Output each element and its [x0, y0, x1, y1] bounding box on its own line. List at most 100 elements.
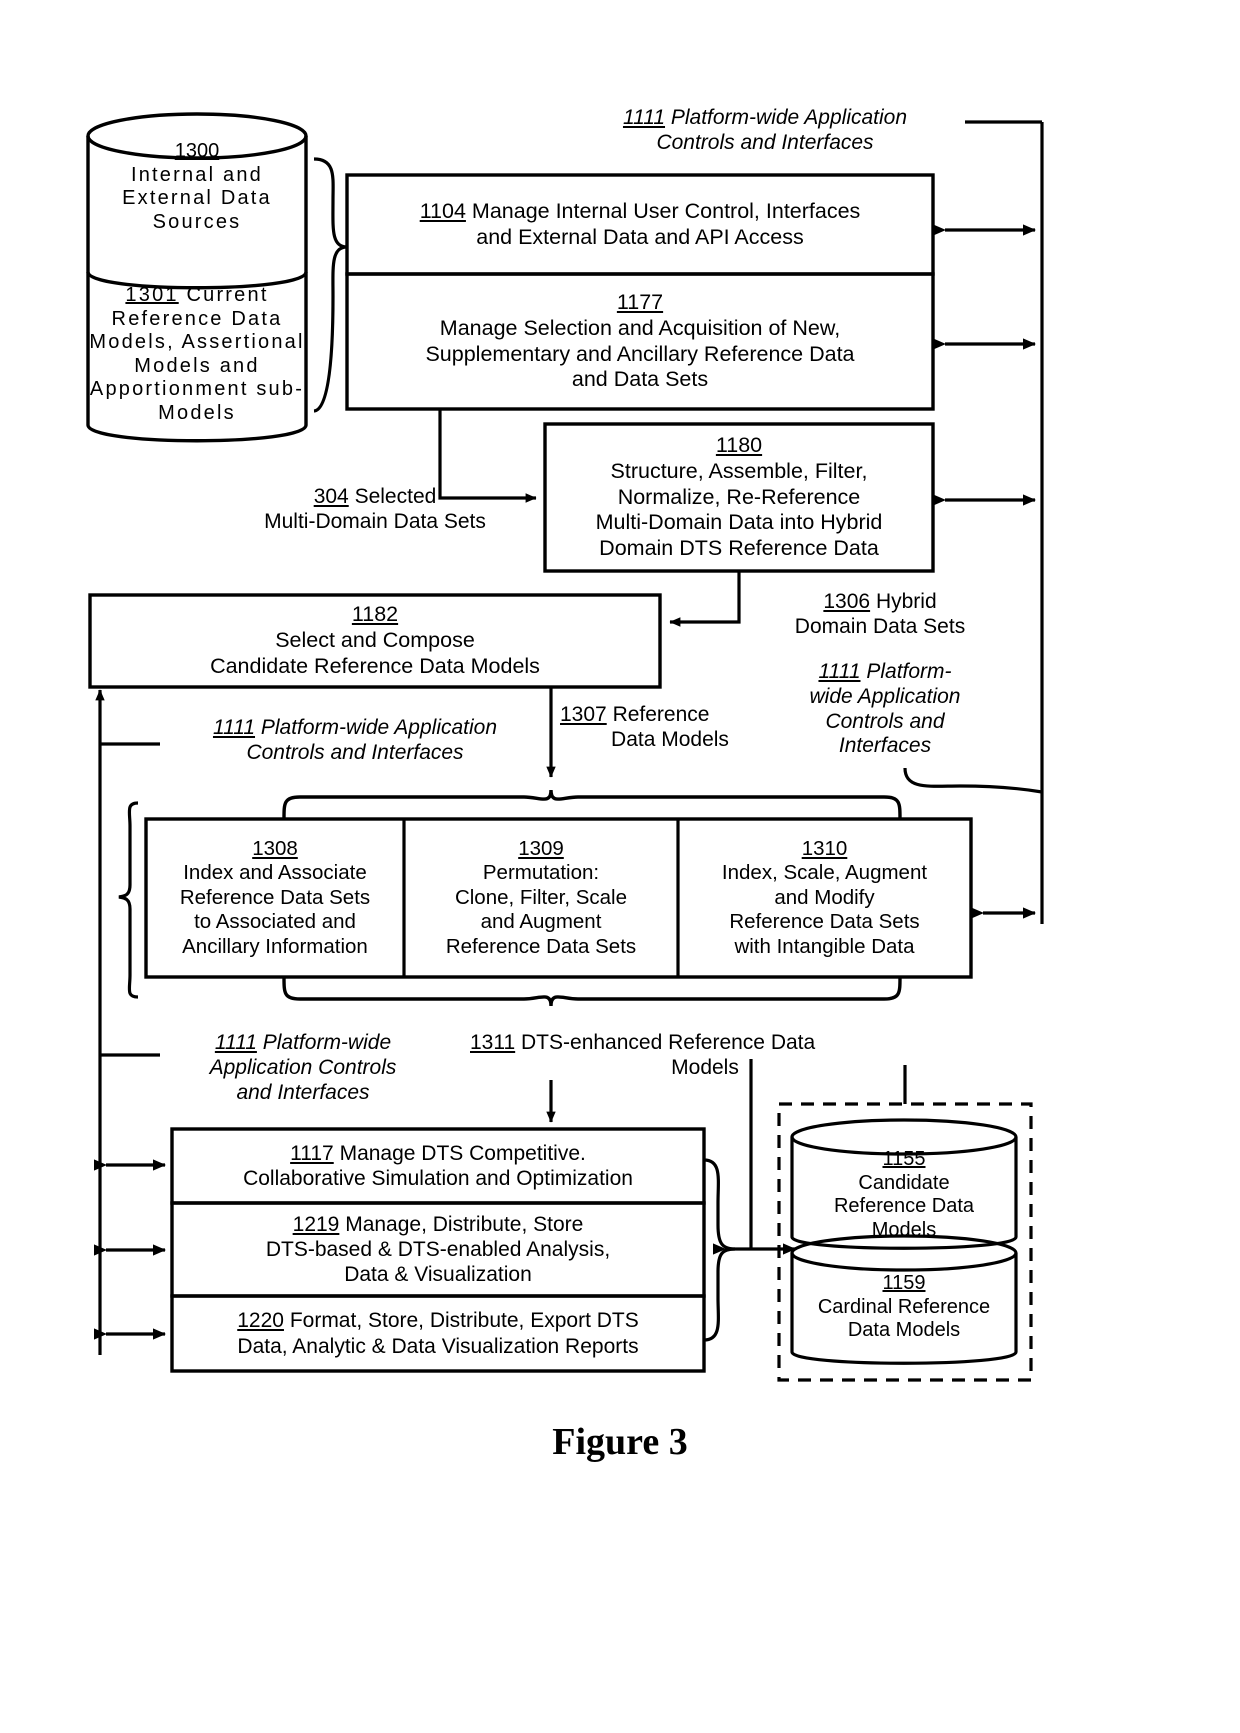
ref-1111-low: 1111	[214, 1031, 257, 1054]
flow-label-1111-mid: 1111 Platform-wide Application Controls …	[160, 716, 550, 766]
block-1117[interactable]: 1117 Manage DTS Competitive. Collaborati…	[172, 1129, 704, 1203]
block-1177-line1: Manage Selection and Acquisition of New,	[439, 315, 841, 340]
flow-label-1111-mid-line2: Controls and Interfaces	[246, 740, 464, 764]
block-1308-line4: Ancillary Information	[182, 934, 368, 958]
datastore-1155-line1: Candidate	[858, 1171, 950, 1194]
flow-label-304-line1: Selected	[354, 485, 437, 508]
datastore-1159-line2: Data Models	[847, 1319, 961, 1342]
block-1180-line3: Multi-Domain Data into Hybrid	[595, 510, 883, 535]
block-1219-line1: Manage, Distribute, Store	[345, 1212, 584, 1236]
ref-1310: 1310	[801, 836, 848, 860]
block-1220-line1: Format, Store, Distribute, Export DTS	[289, 1309, 639, 1333]
block-1308-line3: to Associated and	[194, 910, 356, 934]
block-1309[interactable]: 1309 Permutation: Clone, Filter, Scale a…	[404, 819, 678, 977]
block-1310[interactable]: 1310 Index, Scale, Augment and Modify Re…	[678, 819, 971, 977]
flow-label-1111-right-line1: Platform-	[866, 660, 952, 683]
block-1219[interactable]: 1219 Manage, Distribute, Store DTS-based…	[172, 1203, 704, 1296]
ref-1219: 1219	[292, 1212, 340, 1236]
flow-label-1311-line1: DTS-enhanced Reference Data	[521, 1031, 816, 1054]
block-1182-line1: Select and Compose	[275, 628, 475, 653]
flow-label-1111-top: 1111 Platform-wide Application Controls …	[560, 106, 970, 156]
flow-label-1111-right-line3: Controls and	[825, 709, 945, 733]
ref-1306: 1306	[823, 590, 871, 613]
ref-1104: 1104	[419, 198, 466, 223]
block-1220-line2: Data, Analytic & Data Visualization Repo…	[237, 1334, 639, 1358]
block-1182[interactable]: 1182 Select and Compose Candidate Refere…	[90, 595, 660, 687]
ref-1309: 1309	[518, 836, 564, 860]
ref-1311: 1311	[470, 1031, 516, 1054]
block-1310-line3: Reference Data Sets	[729, 910, 920, 934]
figure-caption: Figure 3	[552, 1421, 688, 1463]
flow-label-1311: 1311 DTS-enhanced Reference Data Models	[470, 1031, 940, 1081]
block-1180-line1: Structure, Assemble, Filter,	[610, 458, 868, 483]
block-1308-line1: Index and Associate	[183, 861, 367, 885]
figure-canvas: 1300 Internal and External Data Sources …	[0, 0, 1240, 1733]
block-1309-line2: Clone, Filter, Scale	[454, 885, 628, 909]
ref-1220: 1220	[237, 1309, 284, 1333]
datastore-1301: 1301 Current Reference Data Models, Asse…	[84, 284, 310, 426]
block-1309-line3: and Augment	[480, 910, 602, 934]
block-1177[interactable]: 1177 Manage Selection and Acquisition of…	[347, 274, 933, 409]
block-1104-line1: Manage Internal User Control, Interfaces	[471, 198, 861, 223]
block-1177-line3: and Data Sets	[571, 367, 709, 392]
ref-1111-right: 1111	[818, 660, 861, 683]
datastore-1301-text: Current Reference Data Models, Assertion…	[89, 284, 305, 424]
ref-1155: 1155	[882, 1148, 926, 1170]
block-1180-line2: Normalize, Re-Reference	[617, 484, 861, 509]
ref-1301: 1301	[125, 284, 179, 306]
block-1117-line1: Manage DTS Competitive.	[339, 1141, 586, 1165]
datastore-1300-text: Internal and External Data Sources	[122, 163, 272, 233]
block-1308[interactable]: 1308 Index and Associate Reference Data …	[146, 819, 404, 977]
ref-1308: 1308	[252, 836, 298, 860]
block-1220[interactable]: 1220 Format, Store, Distribute, Export D…	[172, 1296, 704, 1371]
ref-1159: 1159	[882, 1272, 926, 1294]
flow-label-1111-right: 1111 Platform- wide Application Controls…	[770, 660, 1000, 759]
flow-label-1111-low-line2: Application Controls	[209, 1055, 397, 1079]
datastore-1155-line3: Models	[871, 1218, 937, 1241]
datastore-1159: 1159 Cardinal Reference Data Models	[791, 1272, 1017, 1343]
ref-1177: 1177	[616, 289, 664, 314]
block-1309-line1: Permutation:	[482, 861, 600, 885]
flow-label-1311-line2: Models	[671, 1055, 739, 1079]
flow-label-1306: 1306 Hybrid Domain Data Sets	[760, 590, 1000, 640]
block-1310-line1: Index, Scale, Augment	[721, 861, 928, 885]
block-1310-line2: and Modify	[774, 885, 875, 909]
flow-label-1111-right-line2: wide Application	[809, 684, 961, 708]
ref-1300: 1300	[174, 140, 220, 162]
ref-1180: 1180	[715, 433, 763, 457]
block-1308-line2: Reference Data Sets	[179, 885, 371, 909]
block-1219-line2: DTS-based & DTS-enabled Analysis,	[265, 1237, 611, 1261]
datastore-1155: 1155 Candidate Reference Data Models	[797, 1148, 1011, 1242]
flow-label-1307-line2: Data Models	[611, 727, 729, 751]
flow-label-1306-line2: Domain Data Sets	[794, 614, 966, 638]
block-1104-line2: and External Data and API Access	[476, 224, 804, 249]
flow-label-1111-mid-line1: Platform-wide Application	[260, 716, 498, 739]
datastore-1155-line2: Reference Data	[833, 1195, 975, 1218]
flow-label-1306-line1: Hybrid	[875, 590, 937, 613]
block-1117-line2: Collaborative Simulation and Optimizatio…	[243, 1167, 633, 1190]
block-1180[interactable]: 1180 Structure, Assemble, Filter, Normal…	[545, 424, 933, 571]
block-1309-line4: Reference Data Sets	[445, 934, 637, 958]
flow-label-1111-right-line4: Interfaces	[838, 734, 932, 758]
block-1177-line2: Supplementary and Ancillary Reference Da…	[425, 341, 855, 366]
ref-304: 304	[313, 485, 349, 508]
ref-1111-top: 1111	[622, 106, 666, 129]
flow-label-1307-line1: Reference	[612, 703, 710, 726]
flow-label-304: 304 Selected Multi-Domain Data Sets	[240, 485, 510, 535]
flow-label-1111-low: 1111 Platform-wide Application Controls …	[163, 1031, 443, 1105]
block-1180-line4: Domain DTS Reference Data	[599, 536, 879, 561]
datastore-1300: 1300 Internal and External Data Sources	[92, 140, 302, 234]
ref-1111-mid: 1111	[212, 716, 256, 739]
flow-label-1111-low-line1: Platform-wide	[262, 1031, 392, 1054]
block-1182-line2: Candidate Reference Data Models	[210, 653, 540, 678]
datastore-1159-line1: Cardinal Reference	[817, 1295, 991, 1318]
flow-label-1111-top-line2: Controls and Interfaces	[656, 130, 874, 154]
ref-1117: 1117	[290, 1141, 334, 1165]
flow-label-1111-top-line1: Platform-wide Application	[670, 106, 908, 129]
block-1104[interactable]: 1104 Manage Internal User Control, Inter…	[347, 175, 933, 274]
block-1310-line4: with Intangible Data	[734, 934, 915, 958]
flow-label-1111-low-line3: and Interfaces	[236, 1080, 370, 1104]
block-1219-line3: Data & Visualization	[344, 1263, 532, 1287]
flow-label-1307: 1307 Reference Data Models	[560, 703, 780, 753]
flow-label-304-line2: Multi-Domain Data Sets	[264, 509, 486, 533]
